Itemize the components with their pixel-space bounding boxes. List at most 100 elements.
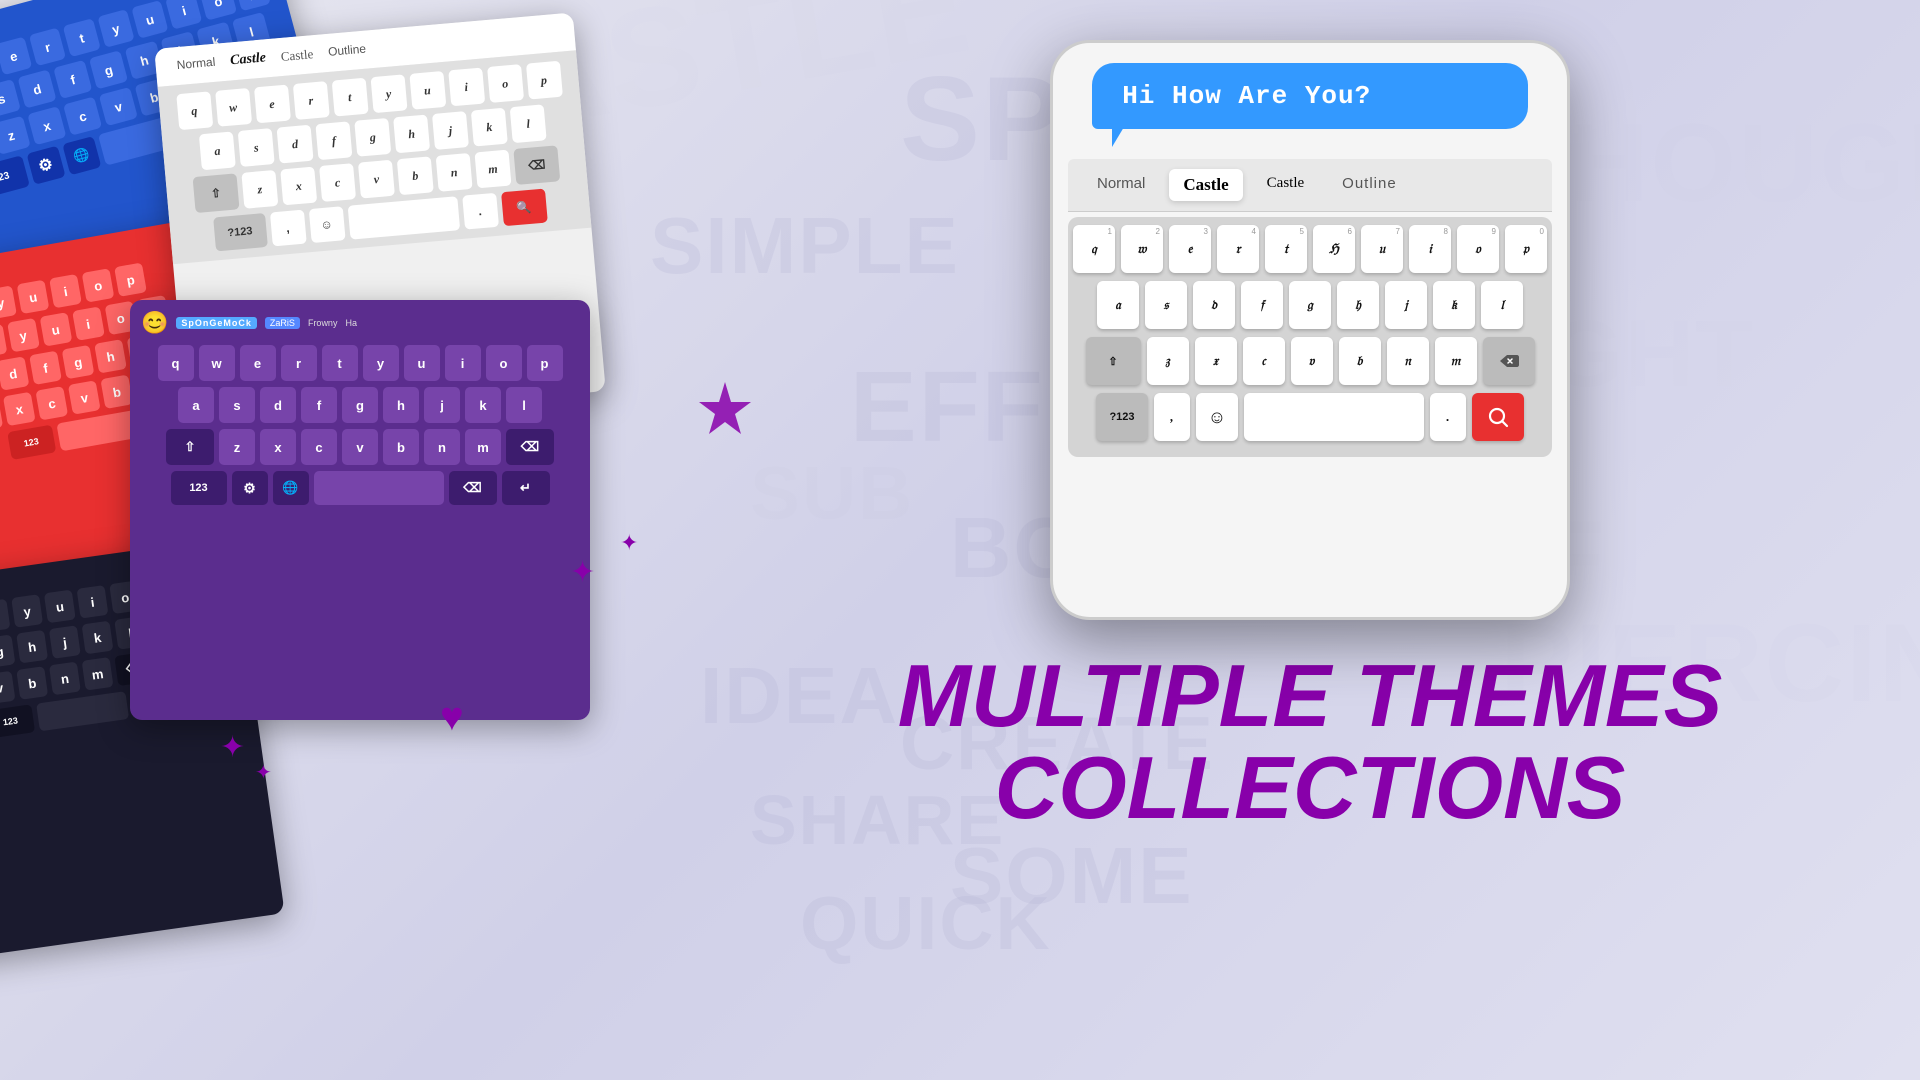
phone-key-g[interactable]: 𝔤: [1289, 281, 1331, 329]
purple-key: c: [301, 429, 337, 465]
purple-key: q: [158, 345, 194, 381]
phone-key-n[interactable]: 𝔫: [1387, 337, 1429, 385]
phone-comma-key[interactable]: ,: [1154, 393, 1190, 441]
blue-key: x: [27, 106, 66, 145]
phone-key-c[interactable]: 𝔠: [1243, 337, 1285, 385]
blue-key: s: [0, 79, 21, 118]
dark-key: t: [0, 599, 10, 633]
phone-key-u[interactable]: 7𝔲: [1361, 225, 1403, 273]
white-dot-key: .: [462, 193, 499, 230]
purple-key: y: [363, 345, 399, 381]
phone-123-key[interactable]: ?123: [1096, 393, 1148, 441]
phone-key-f[interactable]: 𝔣: [1241, 281, 1283, 329]
phone-key-a[interactable]: 𝔞: [1097, 281, 1139, 329]
white-key: b: [397, 156, 434, 195]
white-key: o: [487, 64, 524, 103]
white-key: v: [358, 160, 395, 199]
white-comma-key: ,: [269, 210, 306, 247]
frowny-label: Frowny: [308, 318, 338, 328]
right-section: Hi How Are You? Normal Castle Castle Out…: [700, 0, 1920, 1080]
phone-key-e[interactable]: 3𝔢: [1169, 225, 1211, 273]
phone-key-j[interactable]: 𝔧: [1385, 281, 1427, 329]
blue-key: z: [0, 116, 31, 155]
phone-key-w[interactable]: 2𝔴: [1121, 225, 1163, 273]
purple-key: d: [260, 387, 296, 423]
blue-key: e: [0, 37, 32, 76]
dark-key: v: [0, 671, 15, 705]
blue-key: f: [53, 60, 92, 99]
blue-key: r: [29, 27, 67, 66]
phone-key-y[interactable]: 6ℌ: [1313, 225, 1355, 273]
phone-space-key[interactable]: [1244, 393, 1424, 441]
chat-bubble: Hi How Are You?: [1092, 63, 1528, 129]
dark-key: k: [82, 621, 114, 655]
white-tab-castle1[interactable]: Castle: [224, 48, 271, 72]
phone-key-b[interactable]: 𝔟: [1339, 337, 1381, 385]
red-key: x: [3, 392, 36, 426]
white-123-key: ?123: [213, 213, 268, 251]
white-key: q: [176, 91, 213, 130]
white-key: z: [241, 170, 278, 209]
blue-key: v: [99, 87, 138, 126]
white-key: i: [448, 68, 485, 107]
phone-dot-key[interactable]: .: [1430, 393, 1466, 441]
blue-key: y: [97, 9, 135, 48]
dark-key: i: [77, 585, 109, 619]
phone-key-x[interactable]: 𝔵: [1195, 337, 1237, 385]
white-tab-normal[interactable]: Normal: [171, 52, 221, 76]
phone-key-q[interactable]: 1𝔮: [1073, 225, 1115, 273]
phone-shift-key[interactable]: ⇧: [1086, 337, 1141, 385]
red-key: p: [114, 262, 147, 296]
purple-key: h: [383, 387, 419, 423]
phone-key-o[interactable]: 9𝔬: [1457, 225, 1499, 273]
phone-key-m[interactable]: 𝔪: [1435, 337, 1477, 385]
dark-key: j: [49, 625, 81, 659]
white-tab-castle2[interactable]: Castle: [275, 44, 319, 68]
phone-key-l[interactable]: 𝔩: [1481, 281, 1523, 329]
phone-key-v[interactable]: 𝔳: [1291, 337, 1333, 385]
phone-key-z[interactable]: 𝔷: [1147, 337, 1189, 385]
white-del-key: ⌫: [513, 145, 560, 185]
dark-123-key: 123: [0, 704, 35, 738]
purple-key: b: [383, 429, 419, 465]
white-key: c: [319, 163, 356, 202]
theme-tab-normal[interactable]: Normal: [1083, 169, 1159, 201]
red-key: t: [0, 324, 7, 358]
red-key: d: [0, 356, 29, 390]
phone-key-k[interactable]: 𝔨: [1433, 281, 1475, 329]
phone-key-p[interactable]: 0𝔭: [1505, 225, 1547, 273]
phone-emoji-key[interactable]: ☺: [1196, 393, 1238, 441]
purple-key: u: [404, 345, 440, 381]
white-tab-outline[interactable]: Outline: [322, 39, 372, 63]
phone-key-d[interactable]: 𝔡: [1193, 281, 1235, 329]
red-key: b: [100, 375, 133, 409]
theme-tab-castle-active[interactable]: Castle: [1169, 169, 1242, 201]
blue-key: t: [63, 18, 101, 57]
purple-key: g: [342, 387, 378, 423]
phone-key-s[interactable]: 𝔰: [1145, 281, 1187, 329]
zaris-label: ZaRiS: [265, 317, 300, 329]
red-key: o: [82, 268, 115, 302]
white-key: d: [277, 125, 314, 164]
phone-key-r[interactable]: 4𝔯: [1217, 225, 1259, 273]
phone-key-h[interactable]: 𝔥: [1337, 281, 1379, 329]
theme-tab-outline[interactable]: Outline: [1328, 169, 1411, 201]
phone-key-t[interactable]: 5𝔱: [1265, 225, 1307, 273]
white-space-key: [347, 196, 460, 239]
ha-label: Ha: [345, 318, 357, 328]
dark-key: g: [0, 634, 15, 668]
theme-tabs[interactable]: Normal Castle Castle Outline: [1068, 159, 1552, 212]
white-key: x: [280, 167, 317, 206]
purple-key: p: [527, 345, 563, 381]
phone-key-i[interactable]: 8𝔦: [1409, 225, 1451, 273]
purple-key: i: [445, 345, 481, 381]
purple-space-key: [314, 471, 444, 505]
phone-del-key[interactable]: [1483, 337, 1535, 385]
dark-key: m: [82, 657, 114, 691]
keyboard-purple: 😊 SpOnGeMoCk ZaRiS Frowny Ha q w e r t y…: [130, 300, 590, 720]
red-123-key: 123: [7, 425, 56, 460]
blue-key: g: [89, 50, 128, 89]
theme-tab-castle2[interactable]: Castle: [1253, 169, 1319, 201]
phone-search-key[interactable]: [1472, 393, 1524, 441]
white-search-key: 🔍: [501, 189, 548, 227]
